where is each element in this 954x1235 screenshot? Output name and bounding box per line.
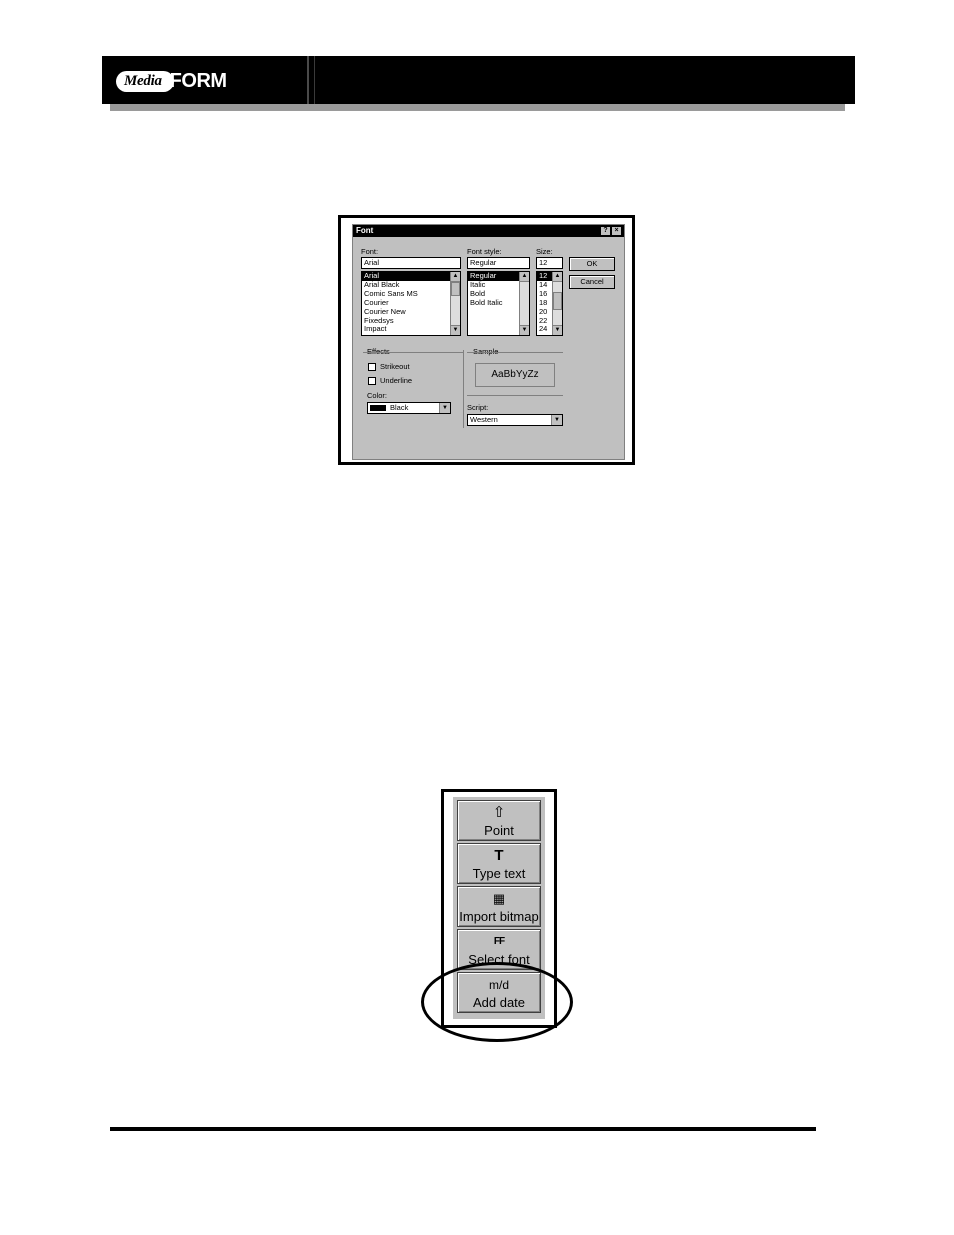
- banner-divider: [314, 56, 315, 104]
- dialog-title: Font: [356, 226, 374, 235]
- size-scrollbar[interactable]: ▲ ▼: [552, 272, 562, 335]
- underline-label: Underline: [380, 376, 413, 385]
- effects-group-line: [363, 352, 463, 353]
- size-label: Size:: [536, 247, 553, 256]
- scroll-down-icon[interactable]: ▼: [451, 325, 460, 335]
- font-list-item[interactable]: Impact: [362, 325, 460, 334]
- close-button[interactable]: ×: [612, 227, 621, 235]
- font-style-scrollbar[interactable]: ▲ ▼: [519, 272, 529, 335]
- header-banner: Media FORM: [102, 56, 855, 104]
- group-divider: [463, 350, 464, 428]
- font-style-listbox[interactable]: Regular Italic Bold Bold Italic ▲ ▼: [467, 271, 530, 336]
- sample-group-bottom: [467, 395, 563, 396]
- cancel-button[interactable]: Cancel: [569, 275, 615, 289]
- color-combobox[interactable]: Black ▼: [367, 402, 451, 414]
- banner-divider: [307, 56, 309, 104]
- logo-form-text: FORM: [169, 69, 227, 92]
- scroll-up-icon[interactable]: ▲: [451, 272, 460, 282]
- tool-label: Import bitmap: [459, 909, 539, 924]
- color-value: Black: [390, 403, 409, 412]
- logo-media-text: Media: [116, 70, 174, 92]
- script-combobox[interactable]: Western ▼: [467, 414, 563, 426]
- sample-group-line: [467, 352, 563, 353]
- scroll-up-icon[interactable]: ▲: [520, 272, 529, 282]
- font-style-label: Font style:: [467, 247, 502, 256]
- arrow-up-icon: ⇧: [492, 804, 506, 821]
- underline-checkbox[interactable]: [368, 377, 376, 385]
- size-listbox[interactable]: 12 14 16 18 20 22 24 ▲ ▼: [536, 271, 563, 336]
- font-list-scrollbar[interactable]: ▲ ▼: [450, 272, 460, 335]
- script-value: Western: [470, 415, 498, 424]
- point-tool-button[interactable]: ⇧ Point: [457, 800, 541, 841]
- chevron-down-icon[interactable]: ▼: [439, 403, 450, 413]
- font-name-input[interactable]: Arial: [361, 257, 461, 269]
- dialog-title-bar: Font ? ×: [353, 225, 624, 237]
- font-style-input[interactable]: Regular: [467, 257, 530, 269]
- scroll-down-icon[interactable]: ▼: [520, 325, 529, 335]
- sample-preview: AaBbYyZz: [475, 363, 555, 387]
- color-swatch: [370, 405, 386, 411]
- font-dialog: Font ? × Font: Arial Arial Arial Black C…: [352, 224, 625, 460]
- strikeout-checkbox[interactable]: [368, 363, 376, 371]
- scroll-thumb[interactable]: [451, 282, 460, 296]
- script-label: Script:: [467, 403, 489, 412]
- mediaform-logo: Media FORM: [116, 68, 227, 94]
- ok-button[interactable]: OK: [569, 257, 615, 271]
- color-label: Color:: [367, 391, 388, 400]
- footer-rule: [110, 1127, 816, 1131]
- type-text-tool-button[interactable]: T Type text: [457, 843, 541, 884]
- scroll-up-icon[interactable]: ▲: [553, 272, 562, 282]
- font-label: Font:: [361, 247, 379, 256]
- font-icon: FF: [493, 936, 505, 947]
- scroll-thumb[interactable]: [553, 292, 562, 310]
- strikeout-label: Strikeout: [380, 362, 410, 371]
- scroll-down-icon[interactable]: ▼: [553, 325, 562, 335]
- font-listbox[interactable]: Arial Arial Black Comic Sans MS Courier …: [361, 271, 461, 336]
- help-button[interactable]: ?: [601, 227, 610, 235]
- size-input[interactable]: 12: [536, 257, 563, 269]
- callout-ellipse: [421, 962, 573, 1042]
- text-t-icon: T: [494, 847, 504, 864]
- tool-label: Point: [484, 823, 514, 838]
- tool-label: Type text: [472, 866, 526, 881]
- import-bitmap-tool-button[interactable]: ▦ Import bitmap: [457, 886, 541, 927]
- bitmap-icon: ▦: [492, 891, 506, 906]
- chevron-down-icon[interactable]: ▼: [551, 415, 562, 425]
